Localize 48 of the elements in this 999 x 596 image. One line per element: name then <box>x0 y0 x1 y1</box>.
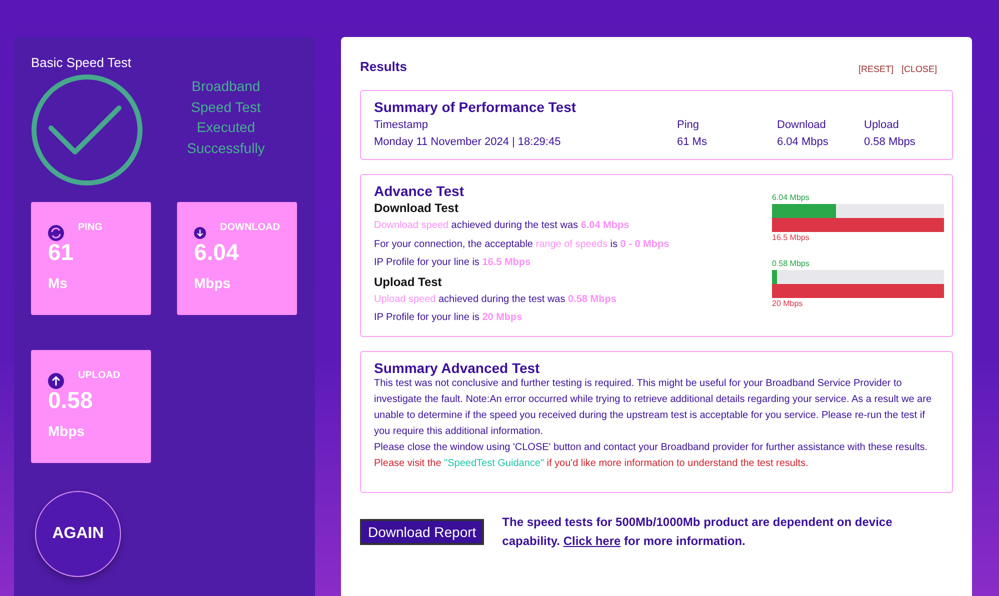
tile-label: PING <box>78 222 102 233</box>
device-note: The speed tests for 500Mb/1000Mb product are dependent on device capability. Click here for more information. <box>502 514 894 550</box>
tile-label: DOWNLOAD <box>220 222 280 233</box>
profile-speed-label: 20 Mbps <box>772 298 804 310</box>
column-heading: Download <box>777 118 827 133</box>
test-title: Download Test <box>374 201 458 215</box>
card-title: Advance Test <box>374 183 464 199</box>
summary-paragraph: This test was not conclusive and further testing is required. This might be useful for your Broadband Service Provider to investigate the fault. Note:An error occurred while trying to retrieve additional details regarding your service. As a result we are unable to determine if the speed you received during the upstream test is acceptable for you service. Please re-run the test if you require this additional information. <box>374 376 932 438</box>
profile-speed-label: 16.5 Mbps <box>772 232 810 244</box>
download-report-button[interactable]: Download Report <box>360 518 484 544</box>
status-text: Speed Test <box>190 98 262 117</box>
column-heading: Ping <box>677 118 700 133</box>
tile-value: 0.58 <box>48 387 94 413</box>
again-button[interactable]: AGAIN <box>35 491 121 577</box>
measured-speed-label: 0.58 Mbps <box>772 258 810 268</box>
column-value: 61 Ms <box>677 135 708 150</box>
column-heading: Upload <box>864 118 900 133</box>
status-text: Broadband <box>190 77 262 96</box>
result-sentence: IP Profile for your line is 20 Mbps <box>374 311 524 325</box>
test-title: Upload Test <box>374 274 442 288</box>
tile-value: 6.04 <box>194 239 240 265</box>
column-value: 0.58 Mbps <box>864 135 916 150</box>
result-sentence: Download speed achieved during the test was 6.04 Mbps <box>374 219 630 233</box>
summary-paragraph: Please visit the "SpeedTest Guidance" if you'd like more information to understand the test results. <box>374 456 810 470</box>
status-text: Executed <box>196 118 256 138</box>
column-value: Monday 11 November 2024 | 18:29:45 <box>374 135 562 150</box>
result-sentence: For your connection, the acceptable range of speeds is 0 - 0 Mbps <box>374 238 670 252</box>
action-link[interactable]: [RESET] <box>858 64 894 74</box>
summary-paragraph: Please close the window using 'CLOSE' button and contact your Broadband provider for further assistance with these results. <box>374 440 929 454</box>
tile-unit: Mbps <box>48 423 86 439</box>
tile-value: 61 <box>48 239 75 265</box>
results-title: Results <box>360 59 407 74</box>
status-text: Successfully <box>187 139 265 158</box>
action-link[interactable]: [CLOSE] <box>901 64 937 74</box>
panel-title: Basic Speed Test <box>31 55 132 70</box>
column-heading: Timestamp <box>374 118 429 133</box>
refresh-icon <box>48 225 64 241</box>
result-sentence: Upload speed achieved during the test was 0.58 Mbps <box>374 292 616 306</box>
card-title: Summary Advanced Test <box>374 360 540 376</box>
tile-unit: Ms <box>48 275 68 291</box>
card-title: Summary of Performance Test <box>374 99 576 115</box>
tile-label: UPLOAD <box>78 370 120 381</box>
click-here-link[interactable]: Click here <box>563 534 621 548</box>
result-sentence: IP Profile for your line is 16.5 Mbps <box>374 256 532 270</box>
column-value: 6.04 Mbps <box>777 135 830 150</box>
measured-speed-label: 6.04 Mbps <box>772 193 810 203</box>
check-circle-icon <box>31 74 143 186</box>
tile-unit: Mbps <box>194 275 232 291</box>
